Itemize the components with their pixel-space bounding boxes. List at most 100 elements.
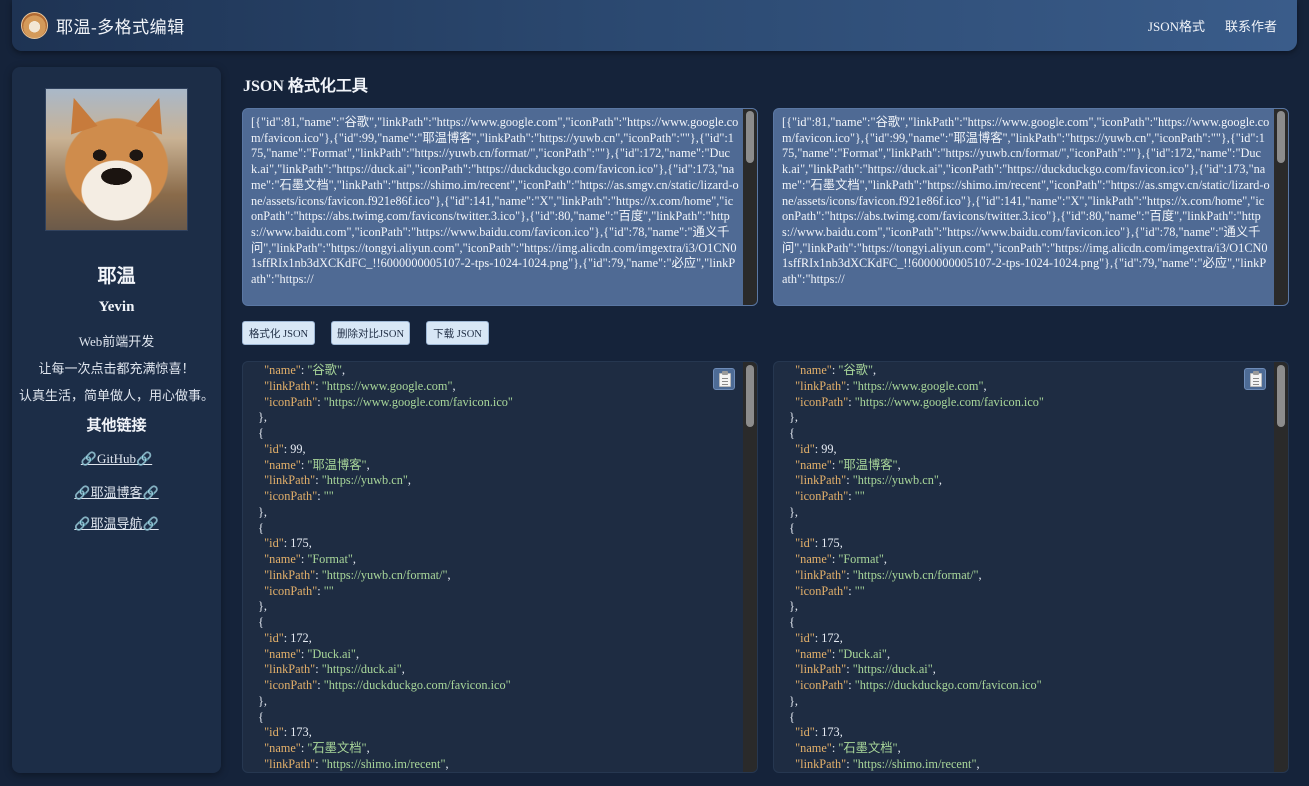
json-punctuation: , xyxy=(978,567,982,582)
page-title: JSON 格式化工具 xyxy=(243,78,368,95)
nav-menu: JSON格式 联系作者 xyxy=(1148,16,1277,35)
delete-compare-json-button[interactable]: 删除对比JSON xyxy=(331,321,410,345)
json-string-value: "https://shimo.im/recent" xyxy=(852,756,977,771)
json-line: "iconPath": "" xyxy=(258,489,513,505)
json-line: "linkPath": "https://duck.ai", xyxy=(258,662,513,678)
json-punctuation: : 172, xyxy=(814,630,843,645)
json-string-value: "https://yuwb.cn/format/" xyxy=(321,567,448,582)
json-punctuation: , xyxy=(976,756,980,771)
json-string-value: "石墨文档" xyxy=(838,741,898,755)
json-line: { xyxy=(258,521,513,537)
json-punctuation: , xyxy=(872,363,877,377)
json-key: "id" xyxy=(795,536,815,551)
json-line: "iconPath": "" xyxy=(789,489,1044,505)
json-key: "iconPath" xyxy=(264,583,318,598)
json-line: }, xyxy=(789,410,1044,426)
json-punctuation: { xyxy=(789,615,795,629)
json-punctuation: : 99, xyxy=(283,441,306,456)
json-key: "linkPath" xyxy=(264,473,316,488)
formatted-compare-json-output[interactable]: "name": "谷歌", "linkPath": "https://www.g… xyxy=(773,361,1289,773)
json-line: }, xyxy=(258,410,513,426)
scrollbar-thumb[interactable] xyxy=(1277,365,1285,427)
site-title[interactable]: 耶温-多格式编辑 xyxy=(56,13,185,38)
json-line: "linkPath": "https://yuwb.cn", xyxy=(789,473,1044,489)
json-key: "name" xyxy=(795,646,832,661)
json-punctuation: }, xyxy=(789,693,798,708)
copy-button[interactable] xyxy=(713,368,735,390)
avatar-ear-right xyxy=(135,93,173,135)
formatted-json-output[interactable]: "name": "谷歌", "linkPath": "https://www.g… xyxy=(242,361,758,773)
json-punctuation: , xyxy=(355,646,360,661)
compare-json-input[interactable]: [{"id":81,"name":"谷歌","linkPath":"https:… xyxy=(773,108,1289,306)
json-punctuation: { xyxy=(258,615,264,629)
nav-json-format[interactable]: JSON格式 xyxy=(1148,16,1205,35)
json-line: "iconPath": "https://duckduckgo.com/favi… xyxy=(258,678,513,694)
json-punctuation: , xyxy=(452,378,456,393)
json-key: "iconPath" xyxy=(795,583,849,598)
profile-role: Web前端开发 xyxy=(78,334,155,349)
json-key: "id" xyxy=(795,441,815,456)
json-key: "id" xyxy=(795,630,815,645)
json-punctuation: { xyxy=(789,426,795,440)
format-json-button[interactable]: 格式化 JSON xyxy=(242,321,315,345)
json-punctuation: }, xyxy=(258,599,267,614)
json-line: "iconPath": "https://www.google.com/favi… xyxy=(258,395,513,411)
json-line: { xyxy=(258,710,513,726)
scrollbar[interactable] xyxy=(743,109,757,305)
json-string-value: "https://duck.ai" xyxy=(321,662,402,677)
json-string-value: "https://duckduckgo.com/favicon.ico" xyxy=(854,678,1042,692)
json-punctuation: , xyxy=(883,552,887,566)
json-line: "name": "Duck.ai", xyxy=(258,647,513,663)
profile-english-name: Yevin xyxy=(98,299,135,315)
json-line: { xyxy=(789,710,1044,726)
json-key: "linkPath" xyxy=(264,378,316,393)
json-punctuation: , xyxy=(401,662,405,677)
clipboard-icon xyxy=(719,371,731,387)
json-punctuation: }, xyxy=(789,599,798,614)
json-punctuation: { xyxy=(258,709,264,724)
json-string-value: "https://yuwb.cn" xyxy=(852,473,939,488)
json-punctuation: : 173, xyxy=(283,725,312,740)
json-string-value: "https://shimo.im/recent" xyxy=(321,756,446,771)
json-line: "id": 172, xyxy=(789,631,1044,647)
json-punctuation: , xyxy=(445,756,449,771)
json-punctuation: }, xyxy=(258,410,267,425)
json-line: "linkPath": "https://shimo.im/recent", xyxy=(258,756,513,772)
json-key: "iconPath" xyxy=(264,678,318,692)
formatted-json-code: "name": "谷歌", "linkPath": "https://www.g… xyxy=(258,363,513,772)
json-line: "linkPath": "https://yuwb.cn/format/", xyxy=(789,568,1044,584)
scrollbar[interactable] xyxy=(1274,109,1288,305)
scrollbar-thumb[interactable] xyxy=(746,111,754,163)
json-line: "id": 99, xyxy=(258,442,513,458)
scrollbar-thumb[interactable] xyxy=(1277,111,1285,163)
json-key: "iconPath" xyxy=(795,678,849,692)
json-key: "name" xyxy=(264,741,301,755)
json-line: "iconPath": "" xyxy=(789,584,1044,600)
json-line: "name": "Format", xyxy=(258,552,513,568)
scrollbar[interactable] xyxy=(1274,362,1288,772)
top-navbar: 耶温-多格式编辑 JSON格式 联系作者 xyxy=(12,0,1297,51)
link-navigation[interactable]: 🔗耶温导航🔗 xyxy=(12,513,221,532)
raw-json-text[interactable]: [{"id":81,"name":"谷歌","linkPath":"https:… xyxy=(251,115,739,288)
json-key: "name" xyxy=(795,552,832,566)
scrollbar-thumb[interactable] xyxy=(746,365,754,427)
raw-json-input[interactable]: [{"id":81,"name":"谷歌","linkPath":"https:… xyxy=(242,108,758,306)
json-line: { xyxy=(258,615,513,631)
nav-contact-author[interactable]: 联系作者 xyxy=(1225,16,1277,35)
link-github[interactable]: 🔗GitHub🔗 xyxy=(12,451,221,467)
json-line: "id": 172, xyxy=(258,631,513,647)
json-punctuation: , xyxy=(938,473,942,488)
json-line: "id": 173, xyxy=(789,725,1044,741)
json-punctuation: , xyxy=(352,552,356,566)
json-punctuation: }, xyxy=(258,693,267,708)
shiba-logo-icon[interactable] xyxy=(21,12,48,39)
json-string-value: "https://yuwb.cn" xyxy=(321,473,408,488)
copy-button[interactable] xyxy=(1244,368,1266,390)
download-json-button[interactable]: 下载 JSON xyxy=(426,321,489,345)
compare-json-text[interactable]: [{"id":81,"name":"谷歌","linkPath":"https:… xyxy=(782,115,1270,288)
json-key: "name" xyxy=(264,552,301,566)
json-punctuation: , xyxy=(407,473,411,488)
link-blog[interactable]: 🔗耶温博客🔗 xyxy=(12,482,221,501)
scrollbar[interactable] xyxy=(743,362,757,772)
json-punctuation: }, xyxy=(789,410,798,425)
